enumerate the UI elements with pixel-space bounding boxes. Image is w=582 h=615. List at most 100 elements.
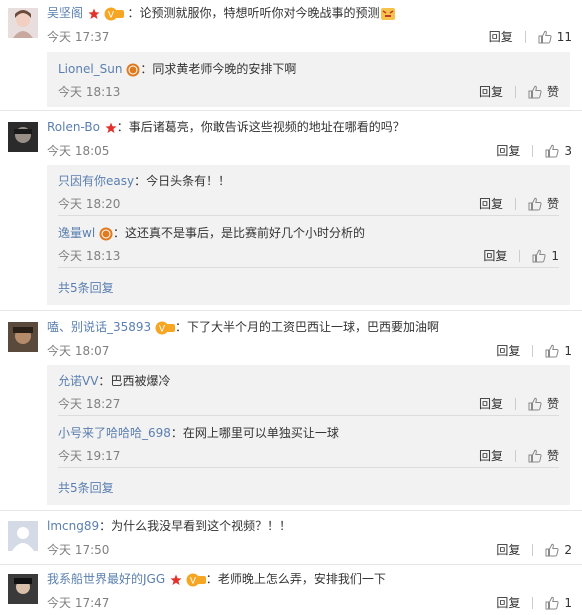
timestamp: 今天 18:20 xyxy=(58,197,121,211)
reply-item: 逸量wl ：这还真不是事后，是比赛前好几个小时分析的 今天 18:13 回复 1 xyxy=(58,224,559,265)
like-button[interactable]: 赞 xyxy=(528,395,559,413)
reply-button[interactable]: 回复 xyxy=(496,594,520,612)
like-label: 赞 xyxy=(546,397,559,411)
like-count: 1 xyxy=(551,249,559,263)
like-button[interactable]: 赞 xyxy=(528,447,559,465)
username[interactable]: 小号来了哈哈哈_698 xyxy=(58,426,171,440)
vip-badge-icon: V xyxy=(104,7,124,20)
separator: ： xyxy=(127,6,140,20)
reply-button[interactable]: 回复 xyxy=(479,83,503,101)
timestamp: 今天 18:27 xyxy=(58,397,121,411)
action-divider xyxy=(514,198,516,210)
reply-button[interactable]: 回复 xyxy=(479,447,503,465)
username[interactable]: 只因有你easy xyxy=(58,174,134,188)
separator: ： xyxy=(175,320,188,334)
reply-item: 允诺VV：巴西被爆冷 今天 18:27 回复 赞 xyxy=(58,372,559,413)
separator: ： xyxy=(134,174,147,188)
medal-icon xyxy=(99,227,113,240)
comment-text: 下了大半个月的工资巴西让一球，巴西要加油啊 xyxy=(187,320,440,334)
username[interactable]: Lionel_Sun xyxy=(58,62,123,76)
reply-button[interactable]: 回复 xyxy=(496,541,520,559)
angry-emoji-icon xyxy=(380,7,395,20)
avatar[interactable] xyxy=(8,521,38,551)
like-label: 赞 xyxy=(546,449,559,463)
reply-item: Lionel_Sun ：同求黄老师今晚的安排下啊 今天 18:13 回复 赞 xyxy=(58,60,559,101)
like-button[interactable]: 1 xyxy=(545,342,572,360)
reply-button[interactable]: 回复 xyxy=(496,142,520,160)
thumbs-up-icon xyxy=(532,249,546,263)
like-button[interactable]: 赞 xyxy=(528,83,559,101)
thumbs-up-icon xyxy=(528,85,542,99)
timestamp: 今天 17:50 xyxy=(47,543,110,557)
thumbs-up-icon xyxy=(528,397,542,411)
reply-button[interactable]: 回复 xyxy=(479,395,503,413)
reply-text: 在网上哪里可以单独买让一球 xyxy=(182,426,339,440)
separator: ： xyxy=(205,572,218,586)
like-button[interactable]: 11 xyxy=(538,28,572,46)
reply-box: Lionel_Sun ：同求黄老师今晚的安排下啊 今天 18:13 回复 赞 xyxy=(47,52,570,107)
reply-button[interactable]: 回复 xyxy=(489,28,513,46)
separator: ： xyxy=(170,426,183,440)
reply-box: 允诺VV：巴西被爆冷 今天 18:27 回复 赞 小号来了哈哈哈_698：在网上… xyxy=(47,365,570,505)
action-divider xyxy=(514,450,516,462)
reply-divider xyxy=(58,467,559,468)
username[interactable]: 我系船世界最好的JGG xyxy=(47,572,165,586)
thumbs-up-icon xyxy=(545,144,559,158)
like-button[interactable]: 1 xyxy=(545,594,572,612)
action-divider xyxy=(532,145,534,157)
username[interactable]: lmcng89 xyxy=(47,519,99,533)
timestamp: 今天 17:37 xyxy=(47,30,110,44)
vip-badge-icon: V xyxy=(186,573,206,586)
medal-icon xyxy=(126,63,140,76)
separator: ： xyxy=(112,226,125,240)
avatar[interactable] xyxy=(8,122,38,152)
thumbs-up-icon xyxy=(545,543,559,557)
reply-text: 今日头条有！！ xyxy=(146,174,231,188)
divider xyxy=(0,510,582,511)
thumbs-up-icon xyxy=(538,30,552,44)
like-button[interactable]: 3 xyxy=(545,142,572,160)
avatar[interactable] xyxy=(8,8,38,38)
action-divider xyxy=(514,398,516,410)
username[interactable]: 逸量wl xyxy=(58,226,95,240)
action-divider xyxy=(519,250,521,262)
star-icon xyxy=(105,122,117,133)
reply-item: 小号来了哈哈哈_698：在网上哪里可以单独买让一球 今天 19:17 回复 赞 xyxy=(58,424,559,465)
reply-text: 这还真不是事后，是比赛前好几个小时分析的 xyxy=(125,226,366,240)
username[interactable]: 嗑、别说话_35893 xyxy=(47,320,151,334)
divider xyxy=(0,564,582,565)
action-divider xyxy=(532,345,534,357)
like-button[interactable]: 2 xyxy=(545,541,572,559)
more-replies-link[interactable]: 共5条回复 xyxy=(58,479,114,496)
reply-button[interactable]: 回复 xyxy=(483,247,507,265)
separator: ： xyxy=(99,519,112,533)
avatar[interactable] xyxy=(8,322,38,352)
username[interactable]: 允诺VV xyxy=(58,374,98,388)
like-count: 2 xyxy=(564,543,572,557)
like-count: 1 xyxy=(564,344,572,358)
more-replies-link[interactable]: 共5条回复 xyxy=(58,279,114,296)
timestamp: 今天 18:13 xyxy=(58,85,121,99)
reply-item: 只因有你easy：今日头条有！！ 今天 18:20 回复 赞 xyxy=(58,172,559,213)
reply-divider xyxy=(58,415,559,416)
username[interactable]: 吴坚阁 xyxy=(47,6,83,20)
username[interactable]: Rolen-Bo xyxy=(47,120,100,134)
reply-divider xyxy=(58,267,559,268)
thumbs-up-icon xyxy=(545,596,559,610)
divider xyxy=(0,110,582,111)
svg-text:V: V xyxy=(159,324,166,334)
like-label: 赞 xyxy=(546,197,559,211)
like-button[interactable]: 赞 xyxy=(528,195,559,213)
vip-badge-icon: V xyxy=(155,321,176,334)
reply-button[interactable]: 回复 xyxy=(479,195,503,213)
avatar[interactable] xyxy=(8,574,38,604)
reply-divider xyxy=(58,215,559,216)
like-count: 1 xyxy=(564,596,572,610)
action-divider xyxy=(532,597,534,609)
like-button[interactable]: 1 xyxy=(532,247,559,265)
reply-button[interactable]: 回复 xyxy=(496,342,520,360)
comment-text: 老师晚上怎么弄，安排我们一下 xyxy=(217,572,386,586)
reply-box: 只因有你easy：今日头条有！！ 今天 18:20 回复 赞 逸量wl ：这还真… xyxy=(47,165,570,305)
divider xyxy=(0,310,582,311)
separator: ： xyxy=(140,62,153,76)
